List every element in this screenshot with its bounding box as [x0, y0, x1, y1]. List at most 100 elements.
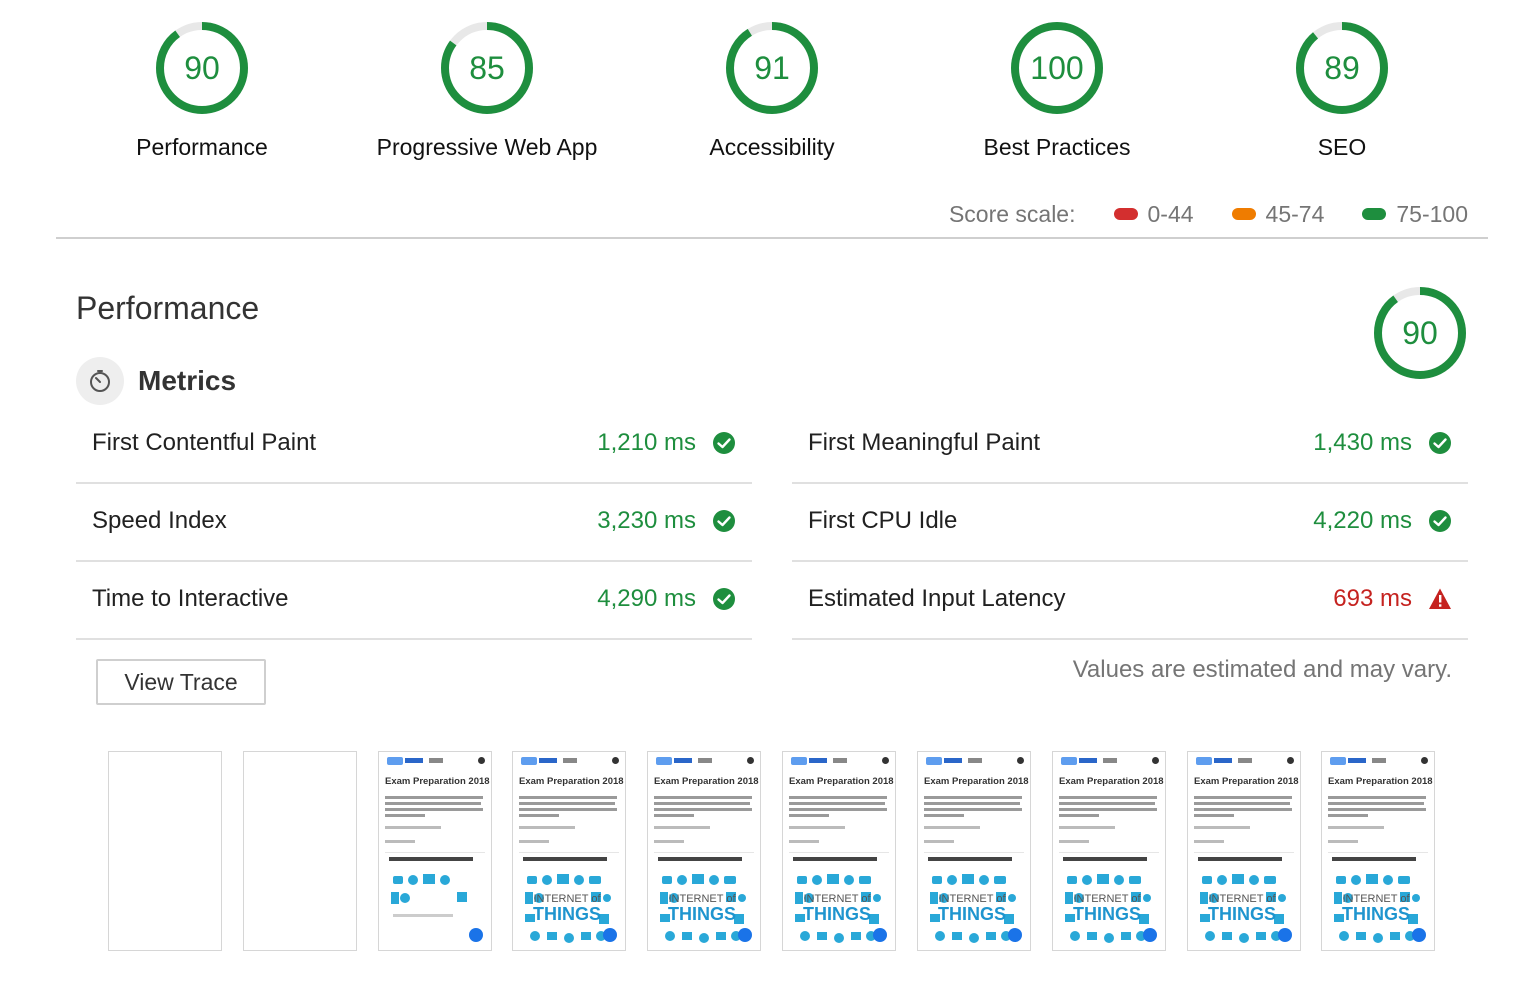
filmstrip-frame: Exam Preparation 2018 [378, 751, 492, 951]
scale-range-pass: 75-100 [1362, 201, 1468, 228]
pass-check-icon [713, 588, 735, 610]
disclaimer-text: Values are estimated and may vary. [1072, 656, 1452, 683]
frame-fab-icon [603, 928, 617, 942]
metric-name: First Contentful Paint [92, 429, 317, 456]
gauge-label: Best Practices [983, 134, 1131, 160]
svg-text:THINGS: THINGS [533, 904, 601, 924]
gauge-score: 100 [1030, 50, 1084, 86]
gauge-score: 91 [754, 50, 790, 86]
metric-time-to-interactive: Time to Interactive 4,290 ms [76, 560, 752, 640]
frame-title: Exam Preparation 2018 [924, 776, 1029, 787]
filmstrip-frame: Exam Preparation 2018 INTERNET of THINGS [512, 751, 626, 951]
filmstrip-frame: Exam Preparation 2018 INTERNET of THINGS [917, 751, 1031, 951]
frame-title: Exam Preparation 2018 [1059, 776, 1164, 787]
metric-name: First CPU Idle [808, 507, 958, 534]
frame-navbar [517, 756, 621, 766]
category-gauges: 90 Performance 85 Progressive Web App 91… [60, 20, 1484, 180]
score-scale-label: Score scale: [948, 200, 1076, 227]
frame-title: Exam Preparation 2018 [385, 776, 490, 787]
internet-of-things-illustration: INTERNET ofTHINGS [795, 874, 881, 943]
filmstrip-frame: Exam Preparation 2018 INTERNET of THINGS [1321, 751, 1435, 951]
gauge-best-practices[interactable]: 100 Best Practices [957, 20, 1157, 170]
pass-check-icon [713, 432, 735, 454]
frame-fab-icon [738, 928, 752, 942]
internet-of-things-illustration: INTERNET ofTHINGS [525, 874, 611, 943]
scale-range-fail: 0-44 [1113, 200, 1194, 228]
frame-navbar [1326, 756, 1430, 766]
gauge-performance[interactable]: 90 Performance [102, 20, 302, 170]
gauge-seo[interactable]: 89 SEO [1242, 20, 1442, 170]
scale-range-average: 45-74 [1231, 200, 1325, 228]
gauge-score: 89 [1324, 50, 1360, 86]
metrics-header: Metrics [76, 357, 236, 405]
svg-text:THINGS: THINGS [938, 904, 1006, 924]
frame-navbar [787, 756, 891, 766]
frame-fab-icon [1412, 928, 1426, 942]
metric-name: Estimated Input Latency [808, 585, 1066, 612]
gauge-pwa[interactable]: 85 Progressive Web App [377, 20, 597, 170]
gauge-accessibility[interactable]: 91 Accessibility [672, 20, 872, 170]
frame-navbar [922, 756, 1026, 766]
frame-fab-icon [1143, 928, 1157, 942]
frame-title: Exam Preparation 2018 [1194, 776, 1299, 787]
internet-of-things-illustration: INTERNET ofTHINGS [930, 874, 1016, 943]
frame-title: Exam Preparation 2018 [519, 776, 624, 787]
internet-of-things-illustration: INTERNET ofTHINGS [1334, 874, 1420, 943]
gauge-score: 90 [184, 50, 220, 86]
performance-score: 90 [1402, 315, 1438, 351]
frame-fab-icon [1278, 928, 1292, 942]
svg-text:THINGS: THINGS [803, 904, 871, 924]
fail-pill-icon [1113, 208, 1138, 220]
metric-speed-index: Speed Index 3,230 ms [76, 482, 752, 562]
metric-name: Speed Index [92, 507, 227, 534]
scale-range-text: 0-44 [1147, 200, 1194, 227]
metric-value: 4,290 ms [597, 585, 696, 612]
frame-navbar [652, 756, 756, 766]
pass-pill-icon [1362, 208, 1387, 220]
frame-fab-icon [873, 928, 887, 942]
frame-navbar [383, 756, 487, 766]
frame-title: Exam Preparation 2018 [654, 776, 759, 787]
pass-check-icon [1429, 432, 1451, 454]
gauge-label: SEO [1317, 134, 1367, 160]
scale-range-text: 45-74 [1265, 200, 1325, 227]
internet-of-things-illustration: INTERNET ofTHINGS [660, 874, 746, 943]
timer-icon [76, 357, 124, 405]
internet-of-things-illustration: INTERNET ofTHINGS [1200, 874, 1286, 943]
metric-value: 1,430 ms [1313, 429, 1412, 456]
frame-navbar [1057, 756, 1161, 766]
svg-text:THINGS: THINGS [668, 904, 736, 924]
svg-text:THINGS: THINGS [1342, 904, 1410, 924]
metric-name: First Meaningful Paint [808, 429, 1041, 456]
metric-value: 3,230 ms [597, 507, 696, 534]
performance-score-gauge: 90 [1372, 285, 1468, 381]
score-scale: Score scale: 0-44 45-74 75-100 [949, 199, 1468, 229]
svg-text:THINGS: THINGS [1073, 904, 1141, 924]
filmstrip-frame: Exam Preparation 2018 INTERNET of THINGS [1187, 751, 1301, 951]
filmstrip-frame [243, 751, 357, 951]
gauge-score: 85 [469, 50, 505, 86]
metric-first-contentful-paint: First Contentful Paint 1,210 ms [76, 404, 752, 484]
metric-name: Time to Interactive [92, 585, 289, 612]
gauge-label: Performance [136, 134, 268, 160]
frame-title: Exam Preparation 2018 [789, 776, 894, 787]
metric-first-meaningful-paint: First Meaningful Paint 1,430 ms [792, 404, 1468, 484]
metric-estimated-input-latency: Estimated Input Latency 693 ms [792, 560, 1468, 640]
category-title: Performance [76, 290, 260, 326]
gauge-label: Accessibility [709, 134, 835, 160]
scale-range-text: 75-100 [1396, 200, 1468, 227]
frame-title: Exam Preparation 2018 [1328, 776, 1433, 787]
svg-text:THINGS: THINGS [1208, 904, 1276, 924]
metric-value: 1,210 ms [597, 429, 696, 456]
warning-triangle-icon [1429, 588, 1451, 609]
metric-value: 693 ms [1333, 585, 1412, 612]
view-trace-button[interactable]: View Trace [96, 659, 266, 705]
gauge-label: Progressive Web App [376, 134, 598, 160]
pass-check-icon [713, 510, 735, 532]
loading-illustration [391, 874, 467, 917]
metric-first-cpu-idle: First CPU Idle 4,220 ms [792, 482, 1468, 562]
filmstrip-frame: Exam Preparation 2018 INTERNET of THINGS [1052, 751, 1166, 951]
internet-of-things-illustration: INTERNET ofTHINGS [1065, 874, 1151, 943]
frame-fab-icon [1008, 928, 1022, 942]
frame-fab-icon [469, 928, 483, 942]
